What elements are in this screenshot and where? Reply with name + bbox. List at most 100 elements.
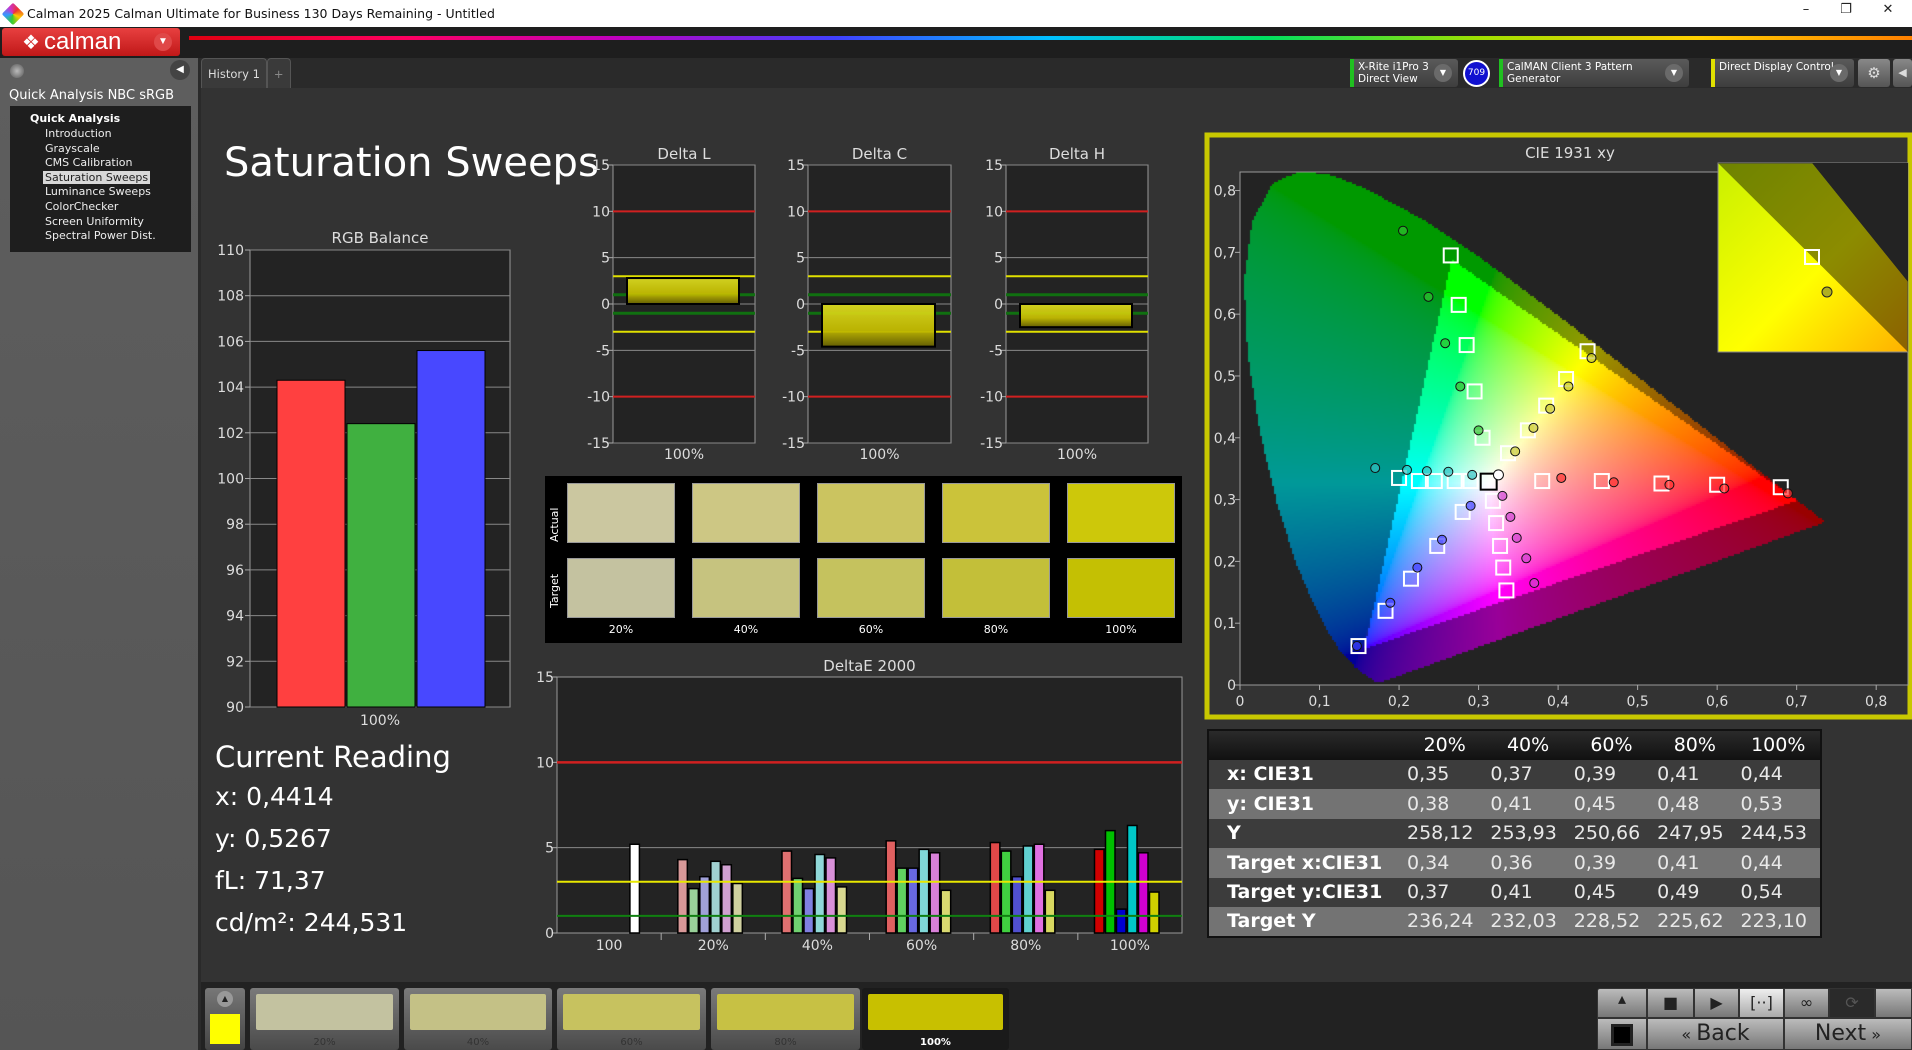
y-tick-label: 10 (985, 204, 1003, 220)
refresh-icon[interactable]: ⟳ (1829, 988, 1875, 1018)
target-square (1426, 473, 1443, 490)
cell-value: 0,37 (1486, 759, 1570, 789)
sweep-point-button[interactable]: 40% (404, 988, 552, 1050)
measured-point (1467, 469, 1478, 480)
deltae-bar (825, 857, 837, 934)
measured-point (1782, 488, 1793, 499)
sweep-color-swatch (410, 994, 546, 1030)
y-tick-label: 5 (545, 841, 554, 857)
y-tick-label: 10 (536, 755, 554, 771)
deltae-bar (688, 887, 700, 934)
y-tick-label: -5 (989, 343, 1003, 359)
target-square (1488, 515, 1505, 532)
back-button[interactable]: « Back (1647, 1018, 1784, 1050)
table-row: Target Y 236,24 232,03 228,52 225,62 223,10 (1208, 907, 1821, 937)
x-tick-label: 100% (1057, 447, 1097, 463)
expand-up-button[interactable]: ▴ (1597, 988, 1647, 1018)
play-button[interactable]: ▶ (1694, 988, 1739, 1018)
target-square (1498, 582, 1515, 599)
cell-value: 0,44 (1736, 759, 1821, 789)
measured-point (1529, 578, 1540, 589)
delta-bar (1019, 303, 1133, 329)
y-tick-label: -15 (587, 436, 610, 452)
y-tick-label: 102 (217, 426, 244, 442)
sweep-color-swatch (256, 994, 393, 1030)
measured-point (1436, 534, 1447, 545)
column-header: 20% (1403, 730, 1487, 760)
sweep-label: 80% (774, 1037, 797, 1048)
target-square (1492, 537, 1509, 554)
target-square (1410, 473, 1427, 490)
row-label: Y (1208, 818, 1403, 848)
y-tick-label: 15 (985, 158, 1003, 174)
column-header (1208, 730, 1403, 760)
deltae-bar (1148, 891, 1160, 934)
sweep-point-button[interactable]: 20% (250, 988, 399, 1050)
table-header-row: 20% 40% 60% 80% 100% (1208, 730, 1821, 760)
target-square (1450, 296, 1467, 313)
deltae-bar (1011, 875, 1023, 934)
row-label: Target Y (1208, 907, 1403, 937)
measured-point (1412, 562, 1423, 573)
sweep-point-button[interactable]: 100% (862, 988, 1009, 1050)
x-tick-label: 0,8 (1865, 694, 1887, 710)
x-tick-label: 0 (1236, 694, 1245, 710)
rgb-bar-1 (346, 423, 416, 708)
y-tick-label: -5 (791, 343, 805, 359)
measured-point (1586, 353, 1597, 364)
read-series-button[interactable]: [··] (1739, 988, 1784, 1018)
stop-button[interactable]: ■ (1647, 988, 1694, 1018)
y-tick-label: 10 (592, 204, 610, 220)
deltae-bar (803, 887, 815, 934)
cell-value: 0,41 (1486, 877, 1570, 907)
cell-value: 244,53 (1736, 818, 1821, 848)
sweep-point-button[interactable]: 80% (711, 988, 860, 1050)
sweep-label: 60% (620, 1037, 643, 1048)
cell-value: 0,45 (1569, 877, 1654, 907)
deltae-bar (1000, 850, 1012, 934)
deltae-bar (907, 867, 919, 934)
measured-point (1398, 225, 1409, 236)
extra-button[interactable] (1875, 988, 1912, 1018)
expand-up-icon[interactable]: ▲ (217, 991, 233, 1007)
sweep-point-button[interactable]: 60% (557, 988, 706, 1050)
cell-value: 0,34 (1403, 848, 1487, 878)
continuous-read-icon[interactable]: ∞ (1784, 988, 1829, 1018)
stop-big-button[interactable] (1597, 1018, 1647, 1050)
cell-value: 223,10 (1736, 907, 1821, 937)
next-button[interactable]: Next » (1784, 1018, 1912, 1050)
x-tick-label: 100% (859, 447, 899, 463)
measured-point (1402, 464, 1412, 475)
table-row: Target y:CIE31 0,37 0,41 0,45 0,49 0,54 (1208, 877, 1821, 907)
row-label: Target x:CIE31 (1208, 848, 1403, 878)
measured-point (1563, 381, 1574, 392)
y-tick-label: 110 (217, 243, 244, 259)
y-tick-label: 0,2 (1214, 554, 1236, 570)
y-tick-label: -5 (596, 343, 610, 359)
row-label: Target y:CIE31 (1208, 877, 1403, 907)
sweep-label: 20% (313, 1037, 336, 1048)
deltae-bar (896, 867, 908, 934)
delta-bar (626, 277, 740, 306)
measured-point (1497, 490, 1508, 501)
y-tick-label: 106 (217, 334, 244, 350)
column-header: 80% (1653, 730, 1737, 760)
deltae-bar (792, 877, 804, 934)
y-tick-label: 108 (217, 289, 244, 305)
y-tick-label: 92 (226, 654, 244, 670)
measured-point (1440, 338, 1451, 349)
x-tick-label: 0,2 (1388, 694, 1410, 710)
column-header: 100% (1736, 730, 1821, 760)
y-tick-label: 0,1 (1214, 616, 1236, 632)
y-tick-label: -15 (782, 436, 805, 452)
rgb-bar-2 (416, 350, 486, 708)
sweep-color-swatch (717, 994, 854, 1030)
measured-point (1664, 479, 1675, 490)
y-tick-label: 15 (787, 158, 805, 174)
current-color-panel: ▲ (205, 988, 245, 1050)
cell-value: 0,37 (1403, 877, 1487, 907)
cie-chart-title: CIE 1931 xy (1525, 144, 1615, 162)
back-label: Back (1696, 1021, 1750, 1046)
cell-value: 0,39 (1569, 848, 1654, 878)
measured-point (1505, 511, 1516, 522)
